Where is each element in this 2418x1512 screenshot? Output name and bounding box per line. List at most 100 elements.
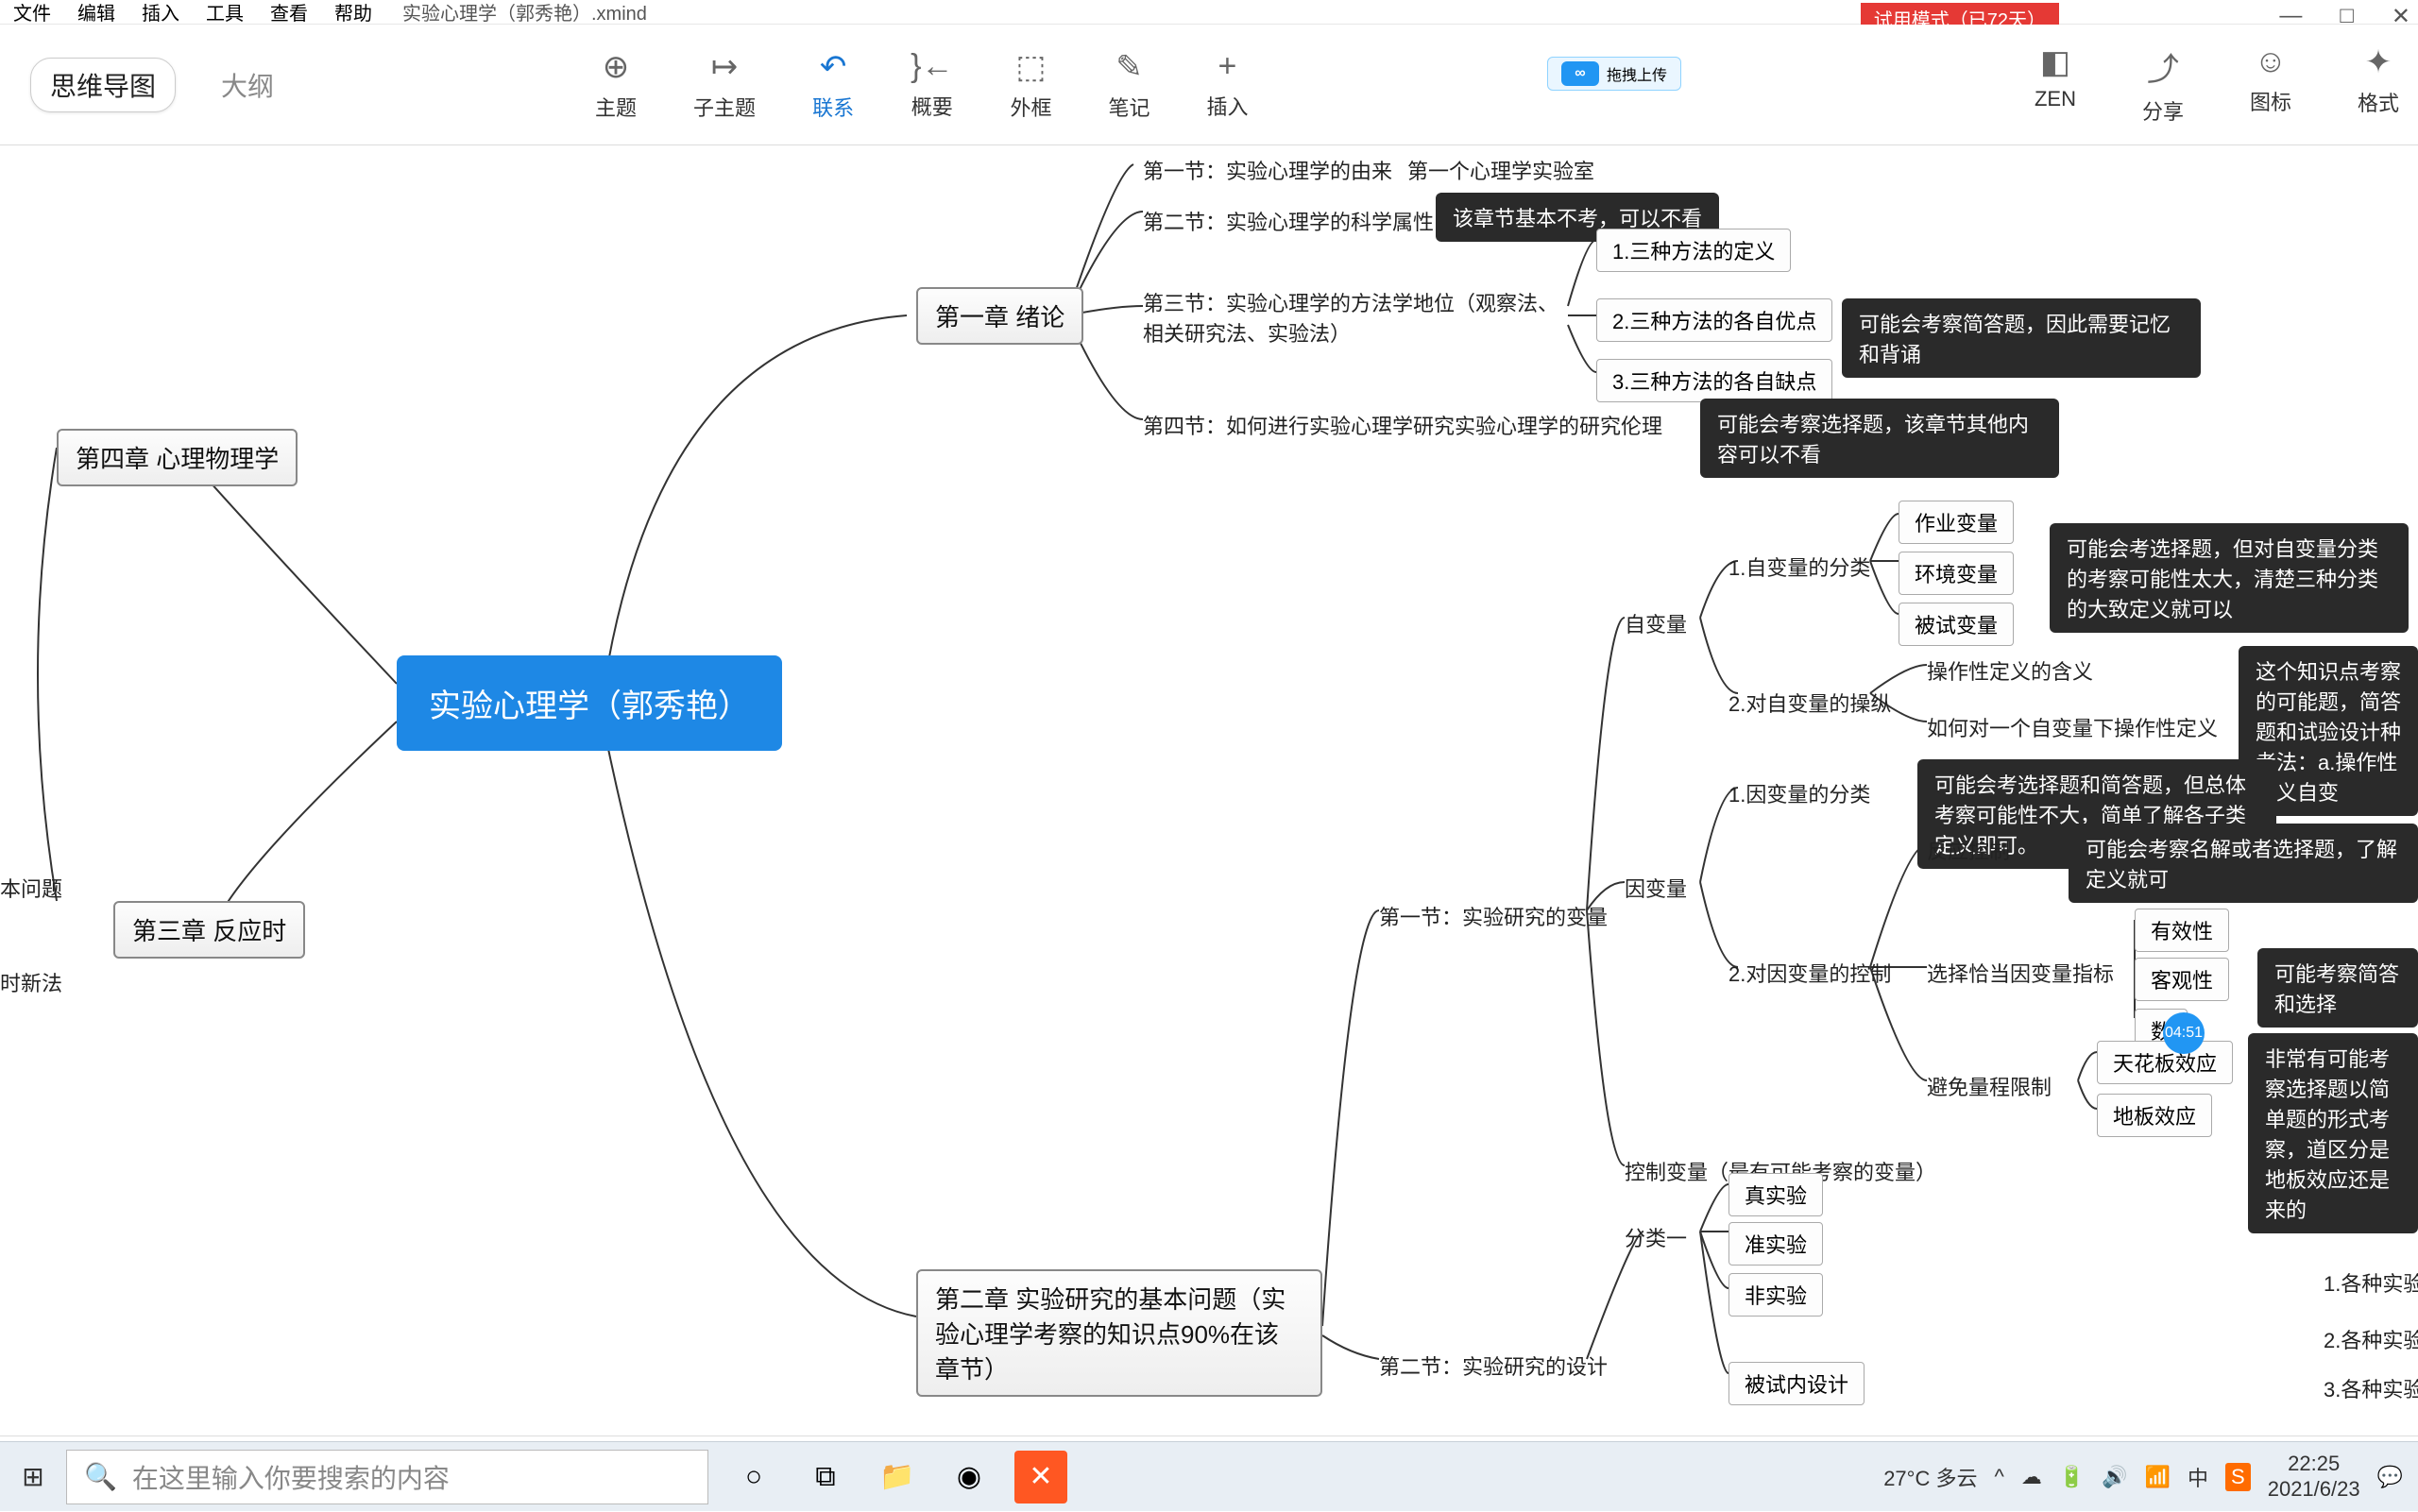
chapter4-node[interactable]: 第四章 心理物理学 [57, 429, 298, 486]
cloud-icon: ∞ [1561, 61, 1599, 86]
node-box[interactable]: 被试变量 [1899, 603, 2014, 646]
menu-view[interactable]: 查看 [270, 0, 308, 25]
fragment-text: 本问题 [0, 873, 62, 903]
topic-icon: ⊕ [603, 48, 630, 86]
zen-button[interactable]: ◧ZEN [2035, 43, 2076, 126]
chrome-icon[interactable]: ◉ [943, 1451, 996, 1504]
node-box[interactable]: 天花板效应 [2097, 1041, 2233, 1084]
node-box[interactable]: 3.三种方法的各自缺点 [1596, 359, 1832, 402]
node-box[interactable]: 环境变量 [1899, 552, 2014, 595]
search-input[interactable]: 🔍在这里输入你要搜索的内容 [66, 1450, 708, 1504]
note-dark[interactable]: 可能会考选择题，但对自变量分类的考察可能性太大，清楚三种分类的大致定义就可以 [2050, 523, 2409, 633]
subtopic-button[interactable]: ↦子主题 [693, 48, 756, 122]
plus-icon: + [1218, 48, 1237, 85]
node-text[interactable]: 反应控制 [1927, 835, 2010, 865]
node-text[interactable]: 第二节：实验心理学的科学属性 [1143, 206, 1434, 236]
node-text[interactable]: 1.自变量的分类 [1728, 552, 1870, 582]
node-text[interactable]: 第三节：实验心理学的方法学地位（观察法、相关研究法、实验法） [1143, 287, 1558, 348]
taskview-icon[interactable]: ⧉ [799, 1451, 852, 1504]
notes-icon: ✎ [1115, 48, 1143, 86]
topic-button[interactable]: ⊕主题 [595, 48, 637, 122]
tab-outline[interactable]: 大纲 [202, 59, 293, 111]
node-box[interactable]: 被试内设计 [1728, 1362, 1865, 1405]
cortana-icon[interactable]: ○ [727, 1451, 780, 1504]
node-box[interactable]: 准实验 [1728, 1222, 1823, 1266]
node-text[interactable]: 避免量程限制 [1927, 1071, 2052, 1101]
note-dark[interactable]: 可能会考察简答题，因此需要记忆和背诵 [1842, 298, 2201, 378]
menu-tools[interactable]: 工具 [206, 0, 244, 25]
node-text[interactable]: 第一节：实验心理学的由来 [1143, 155, 1392, 185]
node-text[interactable]: 第一节：实验研究的变量 [1379, 901, 1608, 931]
relation-icon: ↶ [820, 48, 847, 86]
wifi-icon[interactable]: 📶 [2145, 1465, 2171, 1489]
notification-icon[interactable]: 💬 [2377, 1465, 2403, 1489]
menu-file[interactable]: 文件 [13, 0, 51, 25]
root-node[interactable]: 实验心理学（郭秀艳） [397, 655, 782, 751]
node-text[interactable]: 2.对自变量的操纵 [1728, 688, 1891, 718]
summary-icon: }← [911, 48, 953, 85]
node-box[interactable]: 客观性 [2135, 958, 2229, 1001]
node-text[interactable]: 3.各种实验方 [2324, 1373, 2418, 1403]
summary-button[interactable]: }←概要 [911, 48, 953, 122]
node-text[interactable]: 分类一 [1625, 1222, 1687, 1252]
node-text[interactable]: 因变量 [1625, 873, 1687, 903]
node-text[interactable]: 1.各种实验 [2324, 1267, 2418, 1298]
menu-help[interactable]: 帮助 [334, 0, 372, 25]
speaker-icon[interactable]: 🔊 [2102, 1465, 2127, 1489]
share-button[interactable]: ⤴分享 [2142, 43, 2184, 126]
note-dark[interactable]: 可能考察简答和选择 [2257, 948, 2418, 1028]
node-box[interactable]: 真实验 [1728, 1173, 1823, 1216]
chapter2-node[interactable]: 第二章 实验研究的基本问题（实验心理学考察的知识点90%在该章节） [916, 1269, 1322, 1397]
node-box[interactable]: 1.三种方法的定义 [1596, 229, 1791, 272]
sogou-icon[interactable]: S [2225, 1463, 2251, 1491]
smiley-icon: ☺ [2255, 43, 2288, 80]
node-box[interactable]: 非实验 [1728, 1273, 1823, 1317]
node-text[interactable]: 自变量 [1625, 608, 1687, 638]
chevron-up-icon[interactable]: ^ [1994, 1465, 2003, 1489]
node-text[interactable]: 实验心理学的研究伦理 [1455, 410, 1662, 440]
fragment-text: 时新法 [0, 967, 62, 997]
boundary-button[interactable]: ⬚外框 [1010, 48, 1051, 122]
format-button[interactable]: ✦格式 [2358, 43, 2399, 126]
node-text[interactable]: 选择恰当因变量指标 [1927, 958, 2114, 988]
onedrive-icon[interactable]: ☁ [2021, 1465, 2042, 1489]
node-text[interactable]: 第一个心理学实验室 [1407, 155, 1594, 185]
relation-button[interactable]: ↶联系 [812, 48, 854, 122]
chapter1-node[interactable]: 第一章 绪论 [916, 287, 1083, 345]
node-text[interactable]: 2.对因变量的控制 [1728, 958, 1891, 988]
node-box[interactable]: 地板效应 [2097, 1094, 2212, 1137]
node-box[interactable]: 有效性 [2135, 909, 2229, 952]
battery-icon[interactable]: 🔋 [2059, 1465, 2085, 1489]
node-text[interactable]: 第四节：如何进行实验心理学研究 [1143, 410, 1455, 440]
start-button[interactable]: ⊞ [0, 1442, 66, 1512]
note-dark[interactable]: 可能会考察选择题，该章节其他内容可以不看 [1700, 399, 2059, 478]
cloud-upload[interactable]: ∞拖拽上传 [1547, 57, 1681, 91]
node-text[interactable]: 如何对一个自变量下操作性定义 [1927, 712, 2218, 742]
node-text[interactable]: 第二节：实验研究的设计 [1379, 1351, 1608, 1381]
iconlib-button[interactable]: ☺图标 [2250, 43, 2291, 126]
insert-button[interactable]: +插入 [1206, 48, 1248, 122]
mindmap-canvas[interactable]: 实验心理学（郭秀艳） 第一章 绪论 第二章 实验研究的基本问题（实验心理学考察的… [0, 145, 2418, 1436]
node-box[interactable]: 作业变量 [1899, 501, 2014, 544]
weather-widget[interactable]: 27°C 多云 [1883, 1462, 1977, 1492]
note-dark[interactable]: 可能会考察名解或者选择题，了解定义就可 [2069, 824, 2418, 903]
node-text[interactable]: 2.各种实验方 [2324, 1324, 2418, 1354]
chapter3-node[interactable]: 第三章 反应时 [113, 901, 305, 959]
menu-edit[interactable]: 编辑 [77, 0, 115, 25]
xmind-icon[interactable]: ✕ [1014, 1451, 1067, 1504]
note-dark[interactable]: 非常有可能考察选择题以简单题的形式考察，道区分是地板效应还是来的 [2248, 1033, 2418, 1233]
subtopic-icon: ↦ [711, 48, 739, 86]
node-box[interactable]: 2.三种方法的各自优点 [1596, 298, 1832, 342]
clock[interactable]: 22:252021/6/23 [2268, 1452, 2360, 1502]
brush-icon: ✦ [2365, 43, 2392, 81]
zen-icon: ◧ [2040, 43, 2070, 81]
tab-mindmap[interactable]: 思维导图 [30, 58, 176, 112]
explorer-icon[interactable]: 📁 [871, 1451, 924, 1504]
notes-button[interactable]: ✎笔记 [1108, 48, 1149, 122]
node-text[interactable]: 操作性定义的含义 [1927, 655, 2093, 686]
node-text[interactable]: 1.因变量的分类 [1728, 778, 1870, 808]
filename: 实验心理学（郭秀艳）.xmind [402, 0, 647, 25]
timer-badge: 04:51 [2163, 1012, 2205, 1054]
ime-icon[interactable]: 中 [2188, 1462, 2208, 1492]
menu-insert[interactable]: 插入 [142, 0, 179, 25]
